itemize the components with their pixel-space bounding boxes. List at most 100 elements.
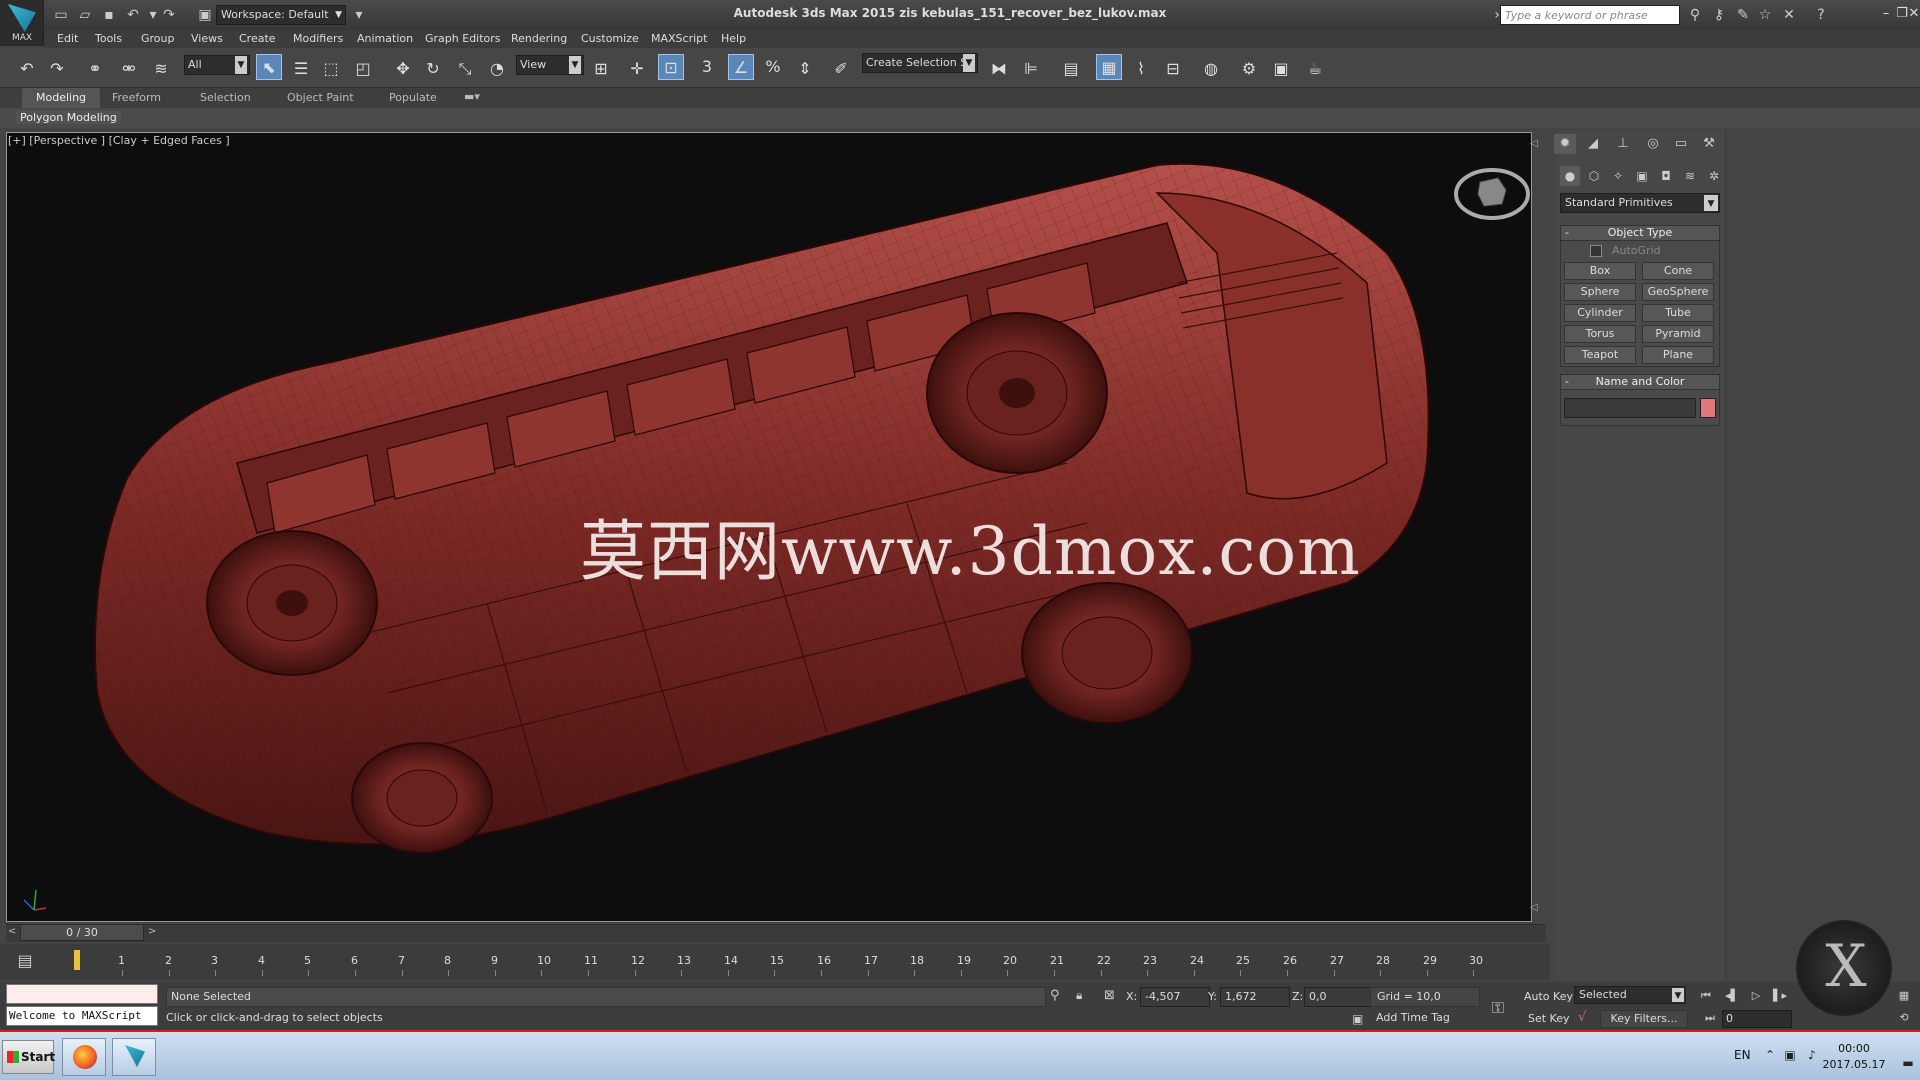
tab-selection[interactable]: Selection: [200, 91, 251, 104]
unlink-icon[interactable]: ⚮: [116, 56, 142, 82]
mini-curve-editor-icon[interactable]: ▤: [12, 948, 38, 974]
modify-tab-icon[interactable]: ◢: [1582, 134, 1604, 154]
customize-quick-access-icon[interactable]: ▾: [350, 6, 368, 24]
box-button[interactable]: Box: [1564, 262, 1636, 280]
display-tab-icon[interactable]: ▭: [1670, 134, 1692, 154]
play-icon[interactable]: ▷: [1746, 988, 1766, 1004]
x-coordinate-field[interactable]: -4,507: [1140, 987, 1210, 1007]
selection-lock-icon[interactable]: 🔒︎: [1076, 988, 1082, 1003]
hold-icon[interactable]: ▣: [196, 6, 214, 24]
selection-filter-dropdown[interactable]: All ▼: [184, 55, 250, 75]
reference-coordinate-dropdown[interactable]: View ▼: [516, 55, 584, 75]
space-warps-icon[interactable]: ≋: [1680, 166, 1700, 186]
maxscript-listener-output[interactable]: Welcome to MAXScript: [6, 1006, 158, 1026]
curve-editor-icon[interactable]: ⌇: [1128, 56, 1154, 82]
language-indicator[interactable]: EN: [1734, 1048, 1751, 1062]
spinner-snap-icon[interactable]: ⇕: [792, 56, 818, 82]
geosphere-button[interactable]: GeoSphere: [1642, 283, 1714, 301]
redo-icon[interactable]: ↷: [44, 56, 70, 82]
default-tangent-icon[interactable]: √: [1578, 1010, 1586, 1025]
isolate-selection-icon[interactable]: ⚲: [1050, 988, 1060, 1003]
sphere-button[interactable]: Sphere: [1564, 283, 1636, 301]
cameras-icon[interactable]: ▣: [1632, 166, 1652, 186]
geometry-icon[interactable]: ●: [1560, 166, 1580, 186]
go-to-start-icon[interactable]: ⏮: [1696, 988, 1716, 1004]
firefox-taskbar-button[interactable]: [62, 1038, 106, 1076]
object-name-field[interactable]: [1564, 398, 1696, 418]
cylinder-button[interactable]: Cylinder: [1564, 304, 1636, 322]
add-time-tag-button[interactable]: Add Time Tag: [1376, 1011, 1450, 1024]
keyboard-shortcut-override-icon[interactable]: ⊡: [658, 54, 684, 80]
rendered-frame-window-icon[interactable]: ▣: [1268, 56, 1294, 82]
menu-rendering[interactable]: Rendering: [511, 32, 567, 45]
time-slider-track[interactable]: [6, 924, 1546, 942]
viewport-resize-icon[interactable]: ◁: [1530, 902, 1538, 913]
menu-edit[interactable]: Edit: [57, 32, 78, 45]
viewport-label[interactable]: [+] [Perspective ] [Clay + Edged Faces ]: [8, 134, 230, 147]
save-file-icon[interactable]: ▪: [100, 6, 118, 24]
application-button[interactable]: MAX: [0, 0, 44, 46]
angle-snap-icon[interactable]: ∠: [728, 54, 754, 80]
polygon-modeling-label[interactable]: Polygon Modeling: [16, 111, 121, 124]
hierarchy-tab-icon[interactable]: ⊥: [1612, 134, 1634, 154]
object-category-dropdown[interactable]: Standard Primitives ▼: [1560, 193, 1720, 213]
ribbon-options-icon[interactable]: ▬▾: [464, 90, 480, 103]
tab-freeform[interactable]: Freeform: [112, 91, 161, 104]
cone-button[interactable]: Cone: [1642, 262, 1714, 280]
select-object-icon[interactable]: ⬉: [256, 54, 282, 80]
undo-icon[interactable]: ↶: [124, 6, 142, 24]
menu-customize[interactable]: Customize: [581, 32, 639, 45]
shapes-icon[interactable]: ⬡: [1584, 166, 1604, 186]
ribbon-toggle-icon[interactable]: ▦: [1096, 54, 1122, 80]
y-coordinate-field[interactable]: 1,672: [1220, 987, 1290, 1007]
favorites-star-icon[interactable]: ☆: [1756, 6, 1774, 24]
key-filters-button[interactable]: Key Filters...: [1600, 1010, 1688, 1028]
render-setup-icon[interactable]: ⚙: [1236, 56, 1262, 82]
key-mode-toggle-icon[interactable]: ⏭: [1700, 1010, 1720, 1026]
maxscript-listener-input[interactable]: [6, 984, 158, 1004]
menu-help[interactable]: Help: [721, 32, 746, 45]
open-file-icon[interactable]: ▱: [76, 6, 94, 24]
absolute-mode-icon[interactable]: ⊠: [1104, 988, 1115, 1003]
exchange-icon[interactable]: ✕: [1780, 6, 1798, 24]
create-tab-icon[interactable]: ✹: [1554, 134, 1576, 154]
scale-icon[interactable]: ⤡: [452, 56, 478, 82]
set-key-button[interactable]: Set Key: [1528, 1012, 1570, 1025]
lights-icon[interactable]: ✧: [1608, 166, 1628, 186]
search-input[interactable]: Type a keyword or phrase: [1500, 5, 1680, 25]
auto-key-button[interactable]: Auto Key: [1524, 990, 1573, 1003]
window-crossing-icon[interactable]: ◰: [350, 56, 376, 82]
layer-explorer-icon[interactable]: ▤: [1058, 56, 1084, 82]
edit-named-selection-icon[interactable]: ✐: [828, 56, 854, 82]
tray-expand-icon[interactable]: ⌃: [1762, 1048, 1778, 1064]
utilities-tab-icon[interactable]: ⚒: [1698, 134, 1720, 154]
object-color-swatch[interactable]: [1700, 398, 1716, 418]
menu-group[interactable]: Group: [141, 32, 175, 45]
current-frame-marker[interactable]: [74, 950, 80, 970]
menu-views[interactable]: Views: [191, 32, 223, 45]
menu-tools[interactable]: Tools: [95, 32, 122, 45]
tab-populate[interactable]: Populate: [389, 91, 437, 104]
clock-time[interactable]: 00:00: [1820, 1042, 1888, 1055]
start-button[interactable]: Start: [2, 1040, 55, 1074]
undo-icon[interactable]: ↶: [14, 56, 40, 82]
help-icon[interactable]: ?: [1812, 6, 1830, 24]
next-frame-icon[interactable]: ▌▸: [1770, 988, 1790, 1004]
current-frame-field[interactable]: 0: [1722, 1010, 1792, 1028]
clock-date[interactable]: 2017.05.17: [1820, 1058, 1888, 1071]
bind-space-warp-icon[interactable]: ≋: [148, 56, 174, 82]
material-editor-icon[interactable]: ◍: [1198, 56, 1224, 82]
select-and-manipulate-icon[interactable]: ✛: [624, 56, 650, 82]
key-mode-selection-dropdown[interactable]: Selected ▼: [1574, 986, 1686, 1004]
snaps-toggle-icon[interactable]: 3: [694, 54, 720, 80]
rotate-icon[interactable]: ↻: [420, 56, 446, 82]
menu-animation[interactable]: Animation: [357, 32, 413, 45]
previous-frame-icon[interactable]: ◂▌: [1722, 988, 1742, 1004]
object-type-rollout[interactable]: - Object Type: [1560, 225, 1720, 241]
time-tag-icon[interactable]: ▣: [1352, 1012, 1363, 1026]
new-file-icon[interactable]: ▭: [52, 6, 70, 24]
minimize-icon[interactable]: –: [1878, 6, 1894, 22]
named-selection-dropdown[interactable]: Create Selection Se ▼: [862, 53, 978, 73]
menu-create[interactable]: Create: [239, 32, 276, 45]
motion-tab-icon[interactable]: ◎: [1642, 134, 1664, 154]
